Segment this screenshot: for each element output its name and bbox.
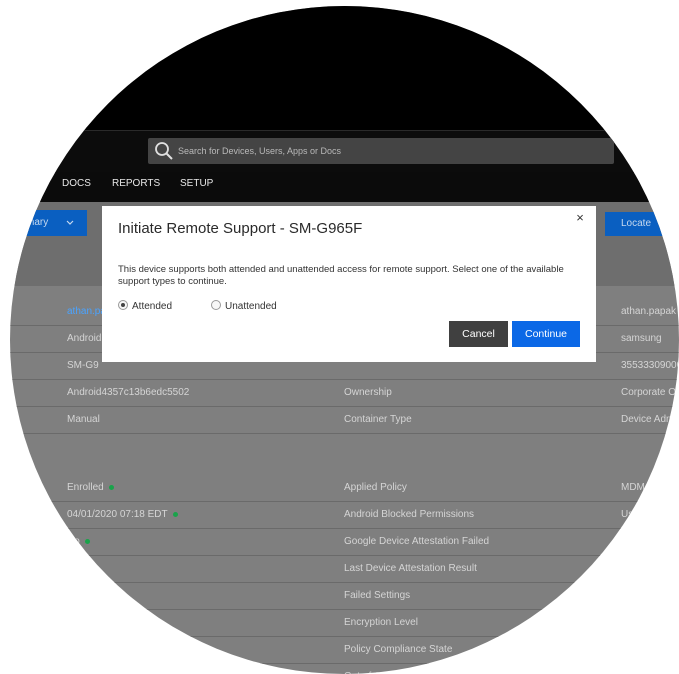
row-label: Ownership (344, 387, 392, 398)
row-label: Google Device Attestation Failed (344, 536, 490, 547)
row-value: athan.pa (67, 298, 106, 325)
continue-button[interactable]: Continue (512, 321, 580, 347)
search-box[interactable]: Search for Devices, Users, Apps or Docs (148, 138, 614, 164)
row-value-text: Android4357c13b6edc5502 (67, 387, 190, 398)
dialog-title: Initiate Remote Support - SM-G965F (118, 220, 363, 237)
table-row: Enrolled Applied Policy MDM (10, 474, 679, 502)
status-dot-icon (108, 484, 114, 490)
nav-setup[interactable]: SETUP (180, 172, 213, 202)
row-value: Enrolled (67, 474, 114, 501)
row-right-value: 35533309000 (621, 360, 679, 371)
locate-button[interactable]: Locate (605, 212, 679, 236)
row-value-text: 04/01/2020 07:18 EDT (67, 509, 168, 520)
row-right-value: Corporate O (621, 387, 677, 398)
row-right-value: samsung (621, 333, 662, 344)
cancel-button[interactable]: Cancel (449, 321, 508, 347)
summary-dropdown-label: mary (26, 217, 49, 228)
top-bar (10, 6, 679, 130)
table-row: Policy Compliance State (10, 636, 679, 664)
row-label: Last Device Attestation Result (344, 563, 477, 574)
table-row: ted Failed Settings (10, 582, 679, 610)
row-value: No (67, 528, 90, 555)
table-row: Manual Container Type Device Adm (10, 406, 679, 434)
table-row: No Google Device Attestation Failed (10, 528, 679, 556)
row-label: Android Blocked Permissions (344, 509, 475, 520)
summary-dropdown[interactable]: mary (10, 210, 87, 236)
row-right-value: Us (621, 509, 634, 520)
close-icon[interactable]: × (572, 210, 588, 226)
search-bar: Search for Devices, Users, Apps or Docs (10, 130, 679, 173)
row-label: Encryption Level (344, 617, 418, 628)
radio-attended-label: Attended (132, 301, 173, 312)
search-input[interactable]: Search for Devices, Users, Apps or Docs (178, 138, 598, 164)
row-right-value: MDM (621, 482, 645, 493)
radio-attended[interactable]: Attended (118, 300, 172, 314)
table-row: Android4357c13b6edc5502 Ownership Corporat… (10, 379, 679, 407)
remote-support-dialog: Initiate Remote Support - SM-G965F × Thi… (102, 206, 596, 362)
row-label: Applied Policy (344, 482, 407, 493)
row-right-value: athan.papak (621, 306, 677, 317)
row-value: ted (102, 582, 116, 609)
row-value-text: ted (102, 590, 116, 601)
main-nav: DOCS REPORTS SETUP (10, 172, 679, 202)
table-row: Encryption Level (10, 609, 679, 637)
row-value: SM-G9 (67, 352, 99, 379)
row-value-text: Manual (67, 414, 100, 425)
row-value-text: No (67, 536, 80, 547)
zoom-circle: Search for Devices, Users, Apps or Docs … (10, 6, 679, 674)
search-icon[interactable] (154, 141, 174, 161)
row-value-text: athan.pa (67, 306, 106, 317)
dialog-description: This device supports both attended and u… (118, 264, 564, 287)
chevron-down-icon (66, 220, 74, 225)
radio-unselected-icon[interactable] (211, 300, 221, 310)
row-label: Failed Settings (344, 590, 411, 601)
row-value-text: Enrolled (67, 482, 104, 493)
row-label: Out of Complianc (344, 663, 421, 674)
nav-reports[interactable]: REPORTS (112, 172, 160, 202)
table-row: Out of Complianc (10, 663, 679, 674)
table-row: Last Device Attestation Result (10, 555, 679, 583)
radio-unattended[interactable]: Unattended (211, 300, 277, 314)
nav-docs[interactable]: DOCS (62, 172, 91, 202)
row-value: 04/01/2020 07:18 EDT (67, 501, 178, 528)
row-value-text: SM-G9 (67, 360, 99, 371)
row-value: Android (67, 325, 101, 352)
status-dot-icon (84, 538, 90, 544)
row-value: Manual (67, 406, 100, 433)
row-value: Android4357c13b6edc5502 (67, 379, 189, 406)
status-dot-icon (172, 511, 178, 517)
radio-selected-icon[interactable] (118, 300, 128, 310)
row-label: Container Type (344, 414, 412, 425)
row-value-text: Android (67, 333, 102, 344)
table-row: 04/01/2020 07:18 EDT Android Blocked Perm… (10, 501, 679, 529)
row-label: Policy Compliance State (344, 644, 453, 655)
radio-unattended-label: Unattended (225, 301, 277, 312)
row-right-value: Device Adm (621, 414, 675, 425)
